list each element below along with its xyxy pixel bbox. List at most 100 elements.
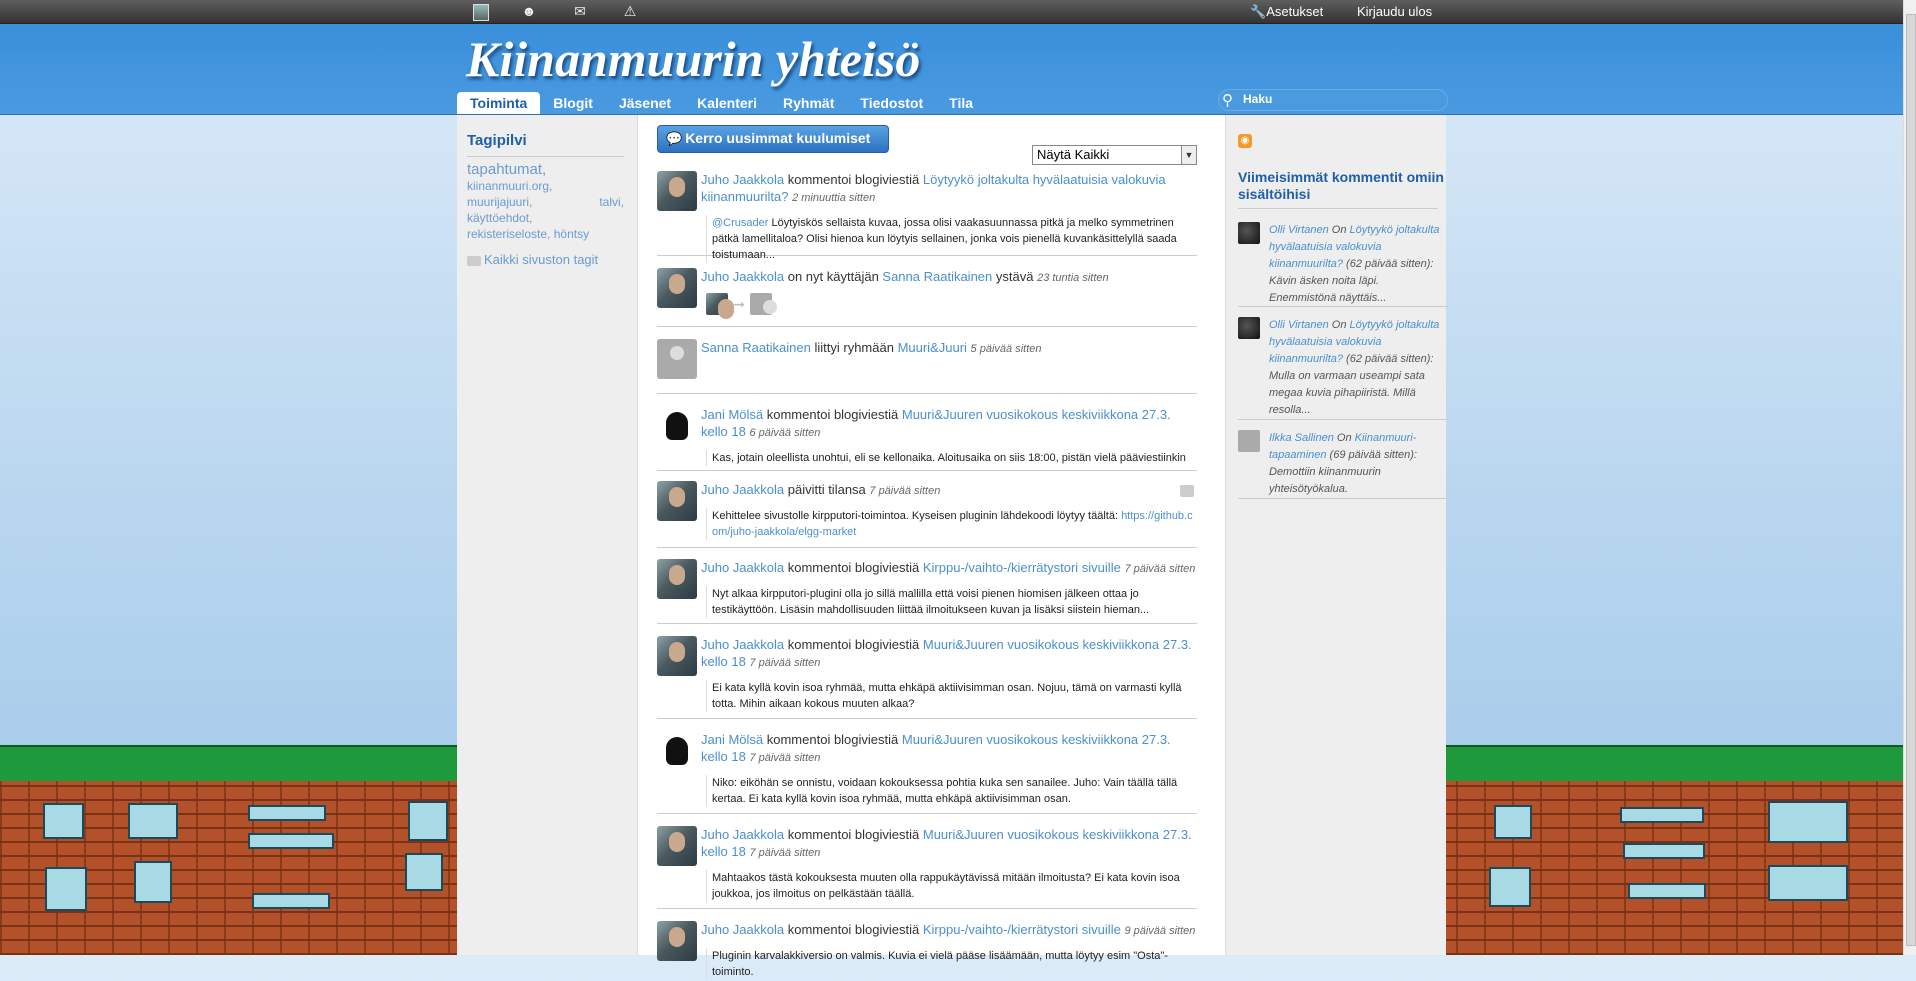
wall-window [248, 805, 326, 821]
avatar[interactable] [657, 268, 697, 308]
avatar[interactable] [706, 293, 734, 319]
user-link[interactable]: Juho Jaakkola [701, 827, 784, 842]
tag-link[interactable]: käyttöehdot, [467, 211, 532, 225]
comment-item: Olli Virtanen On Löytyykö joltakulta hyv… [1238, 317, 1448, 420]
user-link[interactable]: Olli Virtanen [1269, 224, 1329, 236]
wall-window [45, 867, 87, 911]
user-link[interactable]: Ilkka Sallinen [1269, 432, 1334, 444]
activity-content: Nyt alkaa kirpputori-plugini olla jo sil… [706, 586, 1197, 618]
user-link[interactable]: Juho Jaakkola [701, 269, 784, 284]
mail-icon[interactable]: ✉ [571, 3, 589, 20]
comment-body: Demottiin kiinanmuurin yhteisötyökalua. [1269, 466, 1381, 495]
avatar-icon[interactable] [472, 3, 490, 21]
nav-toiminta[interactable]: Toiminta [457, 92, 541, 114]
action-text: liittyi ryhmään [810, 340, 898, 355]
user-link[interactable]: Jani Mölsä [701, 732, 763, 747]
activity-summary: Jani Mölsä kommentoi blogiviestiä Muuri&… [701, 731, 1197, 767]
comment-meta: (62 päivää sitten): [1342, 258, 1434, 270]
target-link[interactable]: Kirppu-/vaihto-/kierrätystori sivuille [923, 922, 1121, 937]
mention-link[interactable]: @Crusader [712, 217, 768, 229]
avatar[interactable] [657, 171, 697, 211]
tag-link[interactable]: muurijajuuri, [467, 195, 532, 209]
user-link[interactable]: Jani Mölsä [701, 407, 763, 422]
avatar[interactable] [1238, 222, 1260, 244]
content-text: Löytyiskös sellaista kuvaa, jossa olisi … [712, 217, 1177, 261]
site-title[interactable]: Kiinanmuurin yhteisö [466, 30, 920, 88]
activity-content: Pluginin karvalakkiversio on valmis. Kuv… [706, 948, 1197, 980]
divider [1238, 208, 1438, 209]
timestamp: 7 päivää sitten [749, 657, 821, 669]
nav-tiedostot[interactable]: Tiedostot [847, 92, 936, 114]
user-link[interactable]: Juho Jaakkola [701, 637, 784, 652]
nav-kalenteri[interactable]: Kalenteri [684, 92, 770, 114]
activity-item: Juho Jaakkola on nyt käyttäjän Sanna Raa… [657, 268, 1197, 327]
speech-bubble-icon: 💬 [666, 131, 683, 146]
warning-icon[interactable]: ⚠ [621, 3, 639, 20]
activity-summary: Juho Jaakkola on nyt käyttäjän Sanna Raa… [701, 268, 1197, 287]
avatar[interactable] [657, 406, 697, 446]
nav-ryhmat[interactable]: Ryhmät [770, 92, 847, 114]
target-link[interactable]: Sanna Raatikainen [882, 269, 992, 284]
tag-link[interactable]: tapahtumat, [467, 161, 546, 178]
avatar[interactable] [657, 731, 697, 771]
logout-link[interactable]: Kirjaudu ulos [1357, 4, 1432, 19]
user-link[interactable]: Juho Jaakkola [701, 482, 784, 497]
recent-comments-list: Olli Virtanen On Löytyykö joltakulta hyv… [1238, 222, 1448, 509]
avatar[interactable] [657, 921, 697, 961]
activity-filter-select[interactable]: Näytä Kaikki ▼ [1032, 145, 1197, 165]
avatar[interactable] [657, 559, 697, 599]
user-link[interactable]: Juho Jaakkola [701, 560, 784, 575]
share-status-label: Kerro uusimmat kuulumiset [685, 130, 871, 146]
target-link[interactable]: Kirppu-/vaihto-/kierrätystori sivuille [923, 560, 1121, 575]
user-link[interactable]: Sanna Raatikainen [701, 340, 811, 355]
like-thumbs-up-icon[interactable] [1180, 485, 1194, 497]
user-link[interactable]: Juho Jaakkola [701, 172, 784, 187]
activity-summary: Juho Jaakkola kommentoi blogiviestiä Kir… [701, 559, 1197, 578]
tag-link[interactable]: rekisteriseloste, [467, 227, 550, 241]
chevron-down-icon: ▼ [1181, 146, 1196, 164]
tagcloud-title: Tagipilvi [467, 132, 527, 149]
nav-jasenet[interactable]: Jäsenet [606, 92, 684, 114]
target-link[interactable]: Muuri&Juuri [898, 340, 967, 355]
all-tags-link[interactable]: Kaikki sivuston tagit [467, 252, 598, 267]
comment-body: Mulla on varmaan useampi sata megaa kuvi… [1269, 370, 1425, 416]
page-scrollbar[interactable] [1903, 0, 1916, 955]
user-link[interactable]: Juho Jaakkola [701, 922, 784, 937]
on-text: On [1333, 432, 1355, 444]
settings-link[interactable]: 🔧Asetukset [1250, 4, 1323, 20]
site-header: Kiinanmuurin yhteisö Toiminta Blogit Jäs… [0, 24, 1916, 115]
avatar[interactable] [657, 826, 697, 866]
timestamp: 7 päivää sitten [749, 847, 821, 859]
avatar[interactable] [657, 636, 697, 676]
friends-icon[interactable]: ☻ [520, 3, 538, 20]
avatar[interactable] [657, 481, 697, 521]
comment-text: Ilkka Sallinen On Kiinanmuuri-tapaaminen… [1269, 430, 1448, 498]
avatar[interactable] [657, 339, 697, 379]
search-input[interactable] [1243, 92, 1438, 106]
tag-link[interactable]: kiinanmuuri.org, [467, 179, 552, 193]
activity-item: Jani Mölsä kommentoi blogiviestiä Muuri&… [657, 731, 1197, 814]
timestamp: 23 tuntia sitten [1037, 272, 1109, 284]
user-link[interactable]: Olli Virtanen [1269, 319, 1329, 331]
wall-window [405, 853, 443, 891]
share-status-button[interactable]: 💬 Kerro uusimmat kuulumiset [657, 125, 889, 153]
tag-link[interactable]: höntsy [554, 227, 589, 241]
wrench-icon: 🔧 [1250, 4, 1267, 19]
wall-window [1768, 801, 1848, 843]
scrollbar-thumb[interactable] [1906, 14, 1916, 946]
nav-tila[interactable]: Tila [936, 92, 986, 114]
activity-item: Juho Jaakkola kommentoi blogiviestiä Muu… [657, 636, 1197, 719]
search-box: ⚲ [1218, 89, 1448, 111]
divider [467, 156, 624, 157]
all-tags-label: Kaikki sivuston tagit [484, 252, 599, 267]
avatar[interactable] [1238, 430, 1260, 452]
rss-icon[interactable]: ◉ [1238, 134, 1252, 148]
tag-link[interactable]: talvi, [599, 194, 624, 210]
content-text: Kehittelee sivustolle kirpputori-toimint… [712, 510, 1122, 522]
action-text: päivitti tilansa [784, 482, 870, 497]
avatar[interactable] [750, 293, 778, 315]
avatar[interactable] [1238, 317, 1260, 339]
wall-window [1623, 843, 1705, 859]
activity-summary: Juho Jaakkola päivitti tilansa 7 päivää … [701, 481, 1197, 500]
nav-blogit[interactable]: Blogit [540, 92, 606, 114]
